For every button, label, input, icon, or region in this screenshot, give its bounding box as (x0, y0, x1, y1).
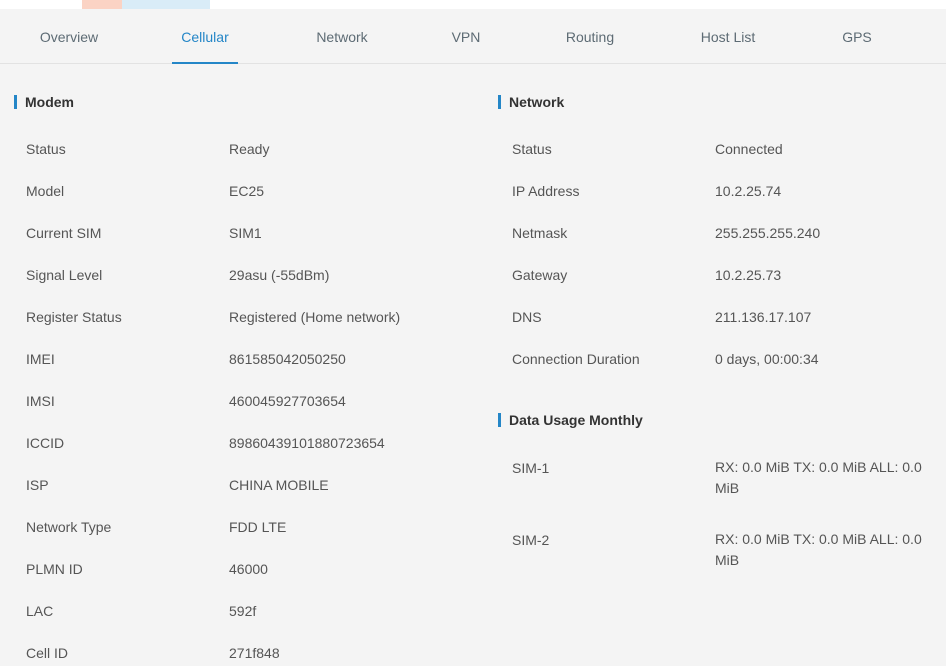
cropped-top-strip (0, 0, 946, 9)
modem-section-title: Modem (14, 95, 74, 109)
tab-routing[interactable]: Routing (550, 9, 630, 63)
network-label-gateway: Gateway (512, 267, 568, 283)
modem-value-signal-level: 29asu (-55dBm) (229, 267, 330, 283)
tab-host-list[interactable]: Host List (684, 9, 772, 63)
modem-label-cell-id: Cell ID (26, 645, 69, 661)
tab-bar: Overview Cellular Network VPN Routing Ho… (0, 9, 946, 64)
modem-value-isp: CHINA MOBILE (229, 477, 329, 493)
network-value-netmask: 255.255.255.240 (715, 225, 821, 241)
modem-label-isp: ISP (26, 477, 49, 493)
modem-label-current-sim: Current SIM (26, 225, 102, 241)
modem-value-network-type: FDD LTE (229, 519, 287, 535)
network-value-dns: 211.136.17.107 (715, 309, 812, 325)
modem-value-lac: 592f (229, 603, 257, 619)
network-label-ip-address: IP Address (512, 183, 580, 199)
tab-network[interactable]: Network (300, 9, 384, 63)
modem-label-lac: LAC (26, 603, 54, 619)
modem-label-network-type: Network Type (26, 519, 112, 535)
data-usage-label-sim1: SIM-1 (512, 460, 550, 476)
network-label-status: Status (512, 141, 552, 157)
highlight-mark (82, 0, 122, 9)
highlight-mark (122, 0, 210, 9)
status-panel: Overview Cellular Network VPN Routing Ho… (0, 9, 946, 666)
network-value-connection-duration: 0 days, 00:00:34 (715, 351, 819, 367)
modem-value-iccid: 89860439101880723654 (229, 435, 385, 451)
network-section-title: Network (498, 95, 564, 109)
modem-label-status: Status (26, 141, 66, 157)
network-value-ip-address: 10.2.25.74 (715, 183, 782, 199)
tab-vpn[interactable]: VPN (436, 9, 496, 63)
network-value-status: Connected (715, 141, 783, 157)
network-label-netmask: Netmask (512, 225, 568, 241)
network-value-gateway: 10.2.25.73 (715, 267, 782, 283)
modem-value-current-sim: SIM1 (229, 225, 262, 241)
modem-label-iccid: ICCID (26, 435, 65, 451)
data-usage-section-title: Data Usage Monthly (498, 413, 643, 427)
tab-gps[interactable]: GPS (822, 9, 892, 63)
modem-value-register-status: Registered (Home network) (229, 309, 401, 325)
modem-value-model: EC25 (229, 183, 265, 199)
modem-label-signal-level: Signal Level (26, 267, 103, 283)
modem-value-plmn-id: 46000 (229, 561, 268, 577)
data-usage-value-sim2: RX: 0.0 MiB TX: 0.0 MiB ALL: 0.0 MiB (715, 531, 922, 568)
modem-value-cell-id: 271f848 (229, 645, 280, 661)
tab-overview[interactable]: Overview (10, 9, 128, 63)
network-label-connection-duration: Connection Duration (512, 351, 640, 367)
modem-value-status: Ready (229, 141, 270, 157)
modem-label-register-status: Register Status (26, 309, 122, 325)
modem-value-imei: 861585042050250 (229, 351, 346, 367)
modem-label-imsi: IMSI (26, 393, 55, 409)
data-usage-value-sim1: RX: 0.0 MiB TX: 0.0 MiB ALL: 0.0 MiB (715, 459, 922, 496)
network-label-dns: DNS (512, 309, 542, 325)
modem-label-imei: IMEI (26, 351, 55, 367)
modem-value-imsi: 460045927703654 (229, 393, 346, 409)
tab-cellular[interactable]: Cellular (172, 9, 238, 64)
modem-label-model: Model (26, 183, 65, 199)
data-usage-label-sim2: SIM-2 (512, 532, 550, 548)
modem-label-plmn-id: PLMN ID (26, 561, 83, 577)
